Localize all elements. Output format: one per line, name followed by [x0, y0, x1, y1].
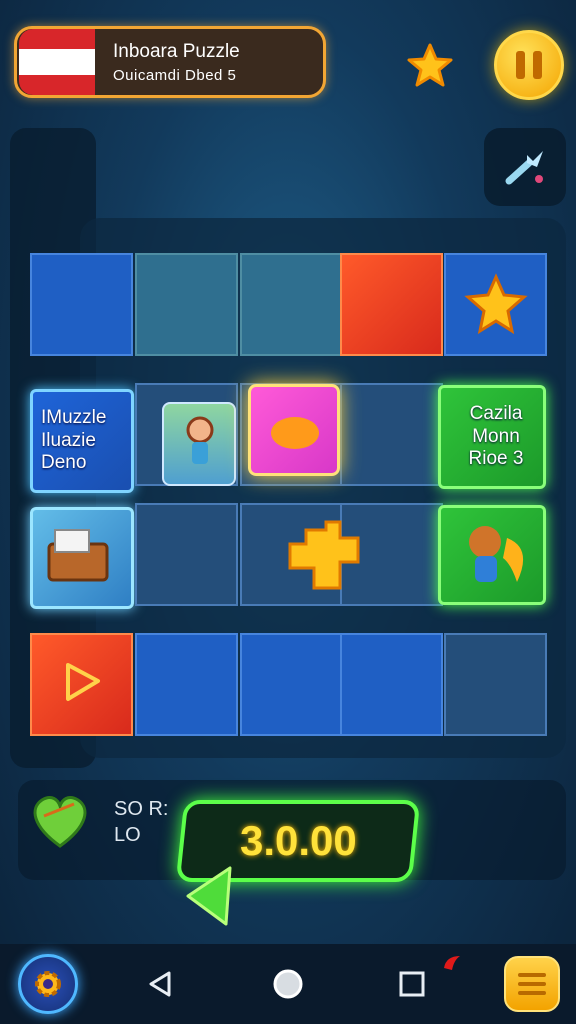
- menu-button[interactable]: [504, 956, 560, 1012]
- hamburger-menu-icon: [518, 973, 546, 977]
- nav-back-button[interactable]: [138, 962, 182, 1006]
- floating-piece-gold[interactable]: [286, 518, 362, 594]
- magic-wand-icon: [505, 151, 543, 185]
- puzzle-card-left[interactable]: IMuzzle Iluazie Deno: [30, 389, 134, 493]
- pause-button[interactable]: [494, 30, 564, 100]
- card-right-line1: Cazila: [469, 402, 523, 424]
- puzzle-subtitle: Ouicamdi Dbed 5: [113, 66, 237, 84]
- settings-button[interactable]: [18, 954, 78, 1014]
- card-left-line2: Iluazie: [41, 429, 96, 451]
- puzzle-title-banner: Inboara Puzzle Ouicamdi Dbed 5: [14, 26, 326, 98]
- star-icon: [407, 43, 453, 87]
- puzzle-piece[interactable]: [444, 253, 547, 356]
- puzzle-piece[interactable]: [340, 383, 443, 486]
- pause-icon: [516, 51, 525, 79]
- card-right-line3: Rioe 3: [468, 448, 524, 470]
- fox-character-icon: [469, 526, 524, 582]
- flag-icon: [19, 29, 95, 95]
- cursor-arrow-icon: [184, 864, 236, 928]
- puzzle-piece[interactable]: [340, 253, 443, 356]
- puzzle-piece-box[interactable]: [30, 507, 134, 609]
- heart-icon: [33, 796, 87, 848]
- card-right-line2: Monn: [472, 425, 520, 447]
- puzzle-piece[interactable]: [135, 503, 238, 606]
- gear-icon: [35, 971, 61, 997]
- circle-home-icon: [273, 969, 303, 999]
- puzzle-piece[interactable]: [240, 253, 343, 356]
- star-button[interactable]: [404, 40, 456, 92]
- star-piece-icon: [464, 273, 528, 335]
- nav-home-button[interactable]: [266, 962, 310, 1006]
- play-arrow-icon: [66, 663, 100, 701]
- puzzle-piece[interactable]: [135, 253, 238, 356]
- puzzle-card-right[interactable]: Cazila Monn Rioe 3: [438, 385, 546, 489]
- puzzle-piece[interactable]: [240, 633, 343, 736]
- puzzle-piece-play[interactable]: [30, 633, 133, 736]
- nav-recent-button[interactable]: [390, 962, 434, 1006]
- score-label: SO R: LO: [114, 798, 169, 846]
- notification-dot-icon: [440, 952, 464, 974]
- floating-piece-girl[interactable]: [162, 402, 236, 486]
- puzzle-piece-character[interactable]: [438, 505, 546, 605]
- triangle-back-icon: [149, 971, 171, 997]
- treasure-box-icon: [47, 529, 109, 582]
- square-recent-icon: [399, 971, 425, 997]
- puzzle-piece[interactable]: [340, 633, 443, 736]
- card-left-line1: IMuzzle: [41, 406, 107, 428]
- puzzle-piece[interactable]: [135, 633, 238, 736]
- hint-tool-button[interactable]: [484, 128, 566, 206]
- floating-piece-selected[interactable]: [248, 384, 340, 476]
- gold-piece-icon: [288, 520, 360, 590]
- girl-character-icon: [186, 416, 214, 464]
- puzzle-title: Inboara Puzzle: [113, 40, 240, 62]
- crab-icon: [271, 417, 319, 449]
- puzzle-piece[interactable]: [30, 253, 133, 356]
- heart-button[interactable]: [26, 786, 94, 852]
- puzzle-piece[interactable]: [444, 633, 547, 736]
- score-value: 3.0.00: [239, 817, 357, 864]
- card-left-line3: Deno: [41, 452, 87, 474]
